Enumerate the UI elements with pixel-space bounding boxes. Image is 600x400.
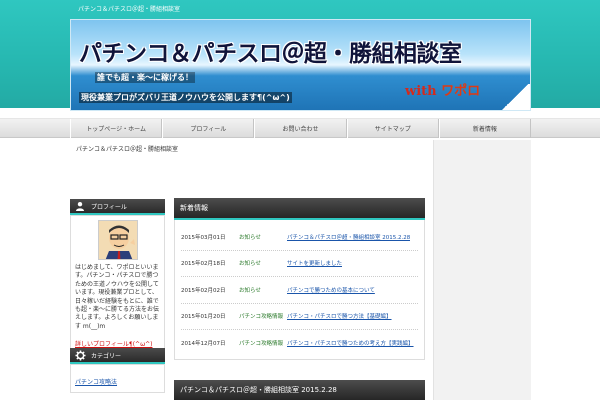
banner-title: パチンコ＆パチスロ＠超・勝組相談室	[79, 41, 462, 67]
profile-widget: プロフィール はじめまして、ワポロといいます。パチンコ・パチスロで勝つための王道…	[70, 199, 165, 356]
profile-content: はじめまして、ワポロといいます。パチンコ・パチスロで勝つための王道ノウハウを公開…	[70, 215, 165, 356]
news-category[interactable]: お知らせ	[239, 286, 287, 294]
news-date: 2015年01月20日	[181, 314, 226, 321]
news-row: 2014年12月07日 パチンコ攻略情報 パチンコ・パチスロで勝つための考え方【…	[181, 330, 418, 357]
category-link[interactable]: パチンコ攻略法	[75, 379, 117, 386]
news-title-link[interactable]: パチンコ・パチスロで勝つための考え方【実践編】	[287, 339, 414, 347]
news-section: 新着情報 2015年03月01日 お知らせ パチンコ＆パチスロ＠超・勝組相談室 …	[174, 198, 425, 360]
global-nav-items: トップページ・ホーム プロフィール お問い合わせ サイトマップ 新着情報	[70, 119, 532, 138]
news-date: 2014年12月07日	[181, 341, 226, 348]
banner-author: with ワポロ	[405, 80, 480, 99]
nav-item-profile[interactable]: プロフィール	[162, 119, 255, 138]
banner-with-text: with	[405, 84, 437, 99]
right-sidebar	[433, 140, 531, 400]
nav-item-sitemap[interactable]: サイトマップ	[346, 119, 439, 138]
page-curl-decoration	[500, 84, 530, 110]
news-row: 2015年01月20日 パチンコ攻略情報 パチンコ・パチスロで勝つ方法【基礎編】	[181, 304, 418, 330]
news-category[interactable]: お知らせ	[239, 233, 287, 241]
news-category[interactable]: パチンコ攻略情報	[239, 339, 287, 347]
global-nav: トップページ・ホーム プロフィール お問い合わせ サイトマップ 新着情報	[0, 118, 600, 138]
nav-item-home[interactable]: トップページ・ホーム	[70, 119, 163, 138]
profile-description: はじめまして、ワポロといいます。パチンコ・パチスロで勝つための王道ノウハウを公開…	[75, 264, 160, 330]
news-date: 2015年02月18日	[181, 261, 226, 268]
news-category[interactable]: パチンコ攻略情報	[239, 312, 287, 320]
news-row: 2015年03月01日 お知らせ パチンコ＆パチスロ＠超・勝組相談室 2015.…	[181, 224, 418, 251]
post-title[interactable]: パチンコ＆パチスロ＠超・勝組相談室 2015.2.28	[174, 380, 425, 400]
category-widget: カテゴリー パチンコ攻略法	[70, 348, 165, 393]
nav-item-contact[interactable]: お問い合わせ	[254, 119, 347, 138]
gear-icon	[74, 349, 86, 361]
news-title-link[interactable]: パチンコ＆パチスロ＠超・勝組相談室 2015.2.28	[287, 233, 410, 241]
news-heading: 新着情報	[174, 198, 425, 220]
banner-subtitle-1: 誰でも超・楽〜に稼げる！	[95, 72, 195, 83]
news-date: 2015年03月01日	[181, 234, 226, 241]
category-list: パチンコ攻略法	[70, 364, 165, 393]
profile-widget-title: プロフィール	[91, 203, 127, 211]
breadcrumb[interactable]: パチンコ＆パチスロ＠超・勝組相談室	[76, 144, 178, 153]
category-widget-header: カテゴリー	[70, 348, 165, 364]
header-banner[interactable]: パチンコ＆パチスロ＠超・勝組相談室 誰でも超・楽〜に稼げる！ 現役兼業プロがズバ…	[70, 19, 531, 111]
banner-author-name: ワポロ	[441, 84, 481, 99]
news-category[interactable]: お知らせ	[239, 259, 287, 267]
profile-widget-header: プロフィール	[70, 199, 165, 215]
news-title-link[interactable]: パチンコで勝つための基本について	[287, 286, 375, 294]
news-row: 2015年02月18日 お知らせ サイトを更新しました	[181, 251, 418, 277]
user-icon	[74, 200, 86, 212]
news-list: 2015年03月01日 お知らせ パチンコ＆パチスロ＠超・勝組相談室 2015.…	[174, 220, 425, 360]
nav-item-news[interactable]: 新着情報	[438, 119, 532, 138]
banner-subtitle-2: 現役兼業プロがズバリ王道ノウハウを公開します¶(^ω^)	[79, 92, 292, 103]
news-row: 2015年02月02日 お知らせ パチンコで勝つための基本について	[181, 277, 418, 304]
news-title-link[interactable]: パチンコ・パチスロで勝つ方法【基礎編】	[287, 312, 392, 320]
news-date: 2015年02月02日	[181, 287, 226, 294]
profile-detail-link[interactable]: 詳しいプロフィール¶(^ω^)	[75, 339, 152, 348]
site-name[interactable]: パチンコ＆パチスロ＠超・勝組相談室	[78, 4, 180, 13]
category-widget-title: カテゴリー	[91, 352, 122, 360]
news-title-link[interactable]: サイトを更新しました	[287, 259, 342, 267]
avatar	[97, 220, 138, 260]
